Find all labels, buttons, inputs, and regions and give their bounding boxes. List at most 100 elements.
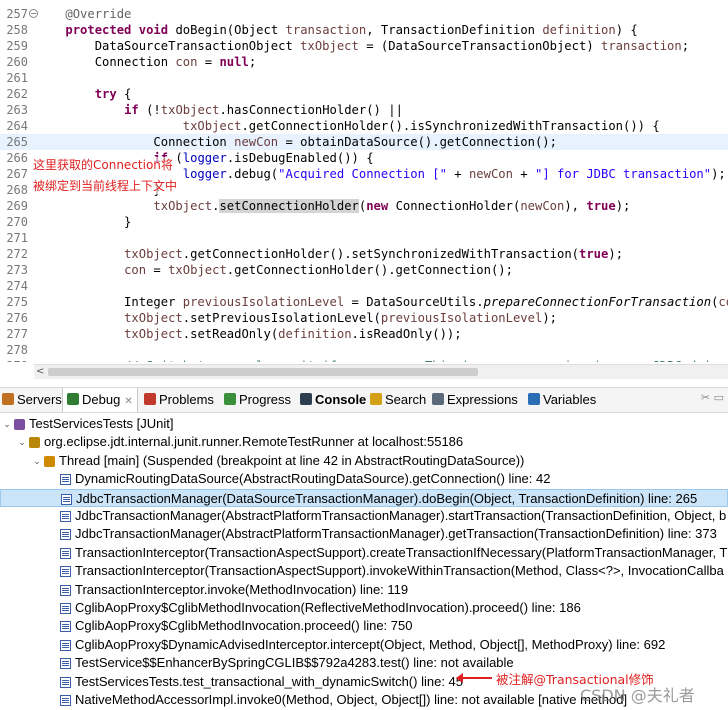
stack-frame-icon xyxy=(60,547,71,559)
code-text: con = txObject.getConnectionHolder().get… xyxy=(124,263,513,277)
annotation-arrow-icon xyxy=(456,673,492,683)
tab-label: Expressions xyxy=(447,392,518,407)
stack-frame-icon xyxy=(60,584,71,596)
tree-node-label: NativeMethodAccessorImpl.invoke0(Method,… xyxy=(75,692,628,707)
debug-call-stack-tree[interactable]: ⌄ TestServicesTests [JUnit] ⌄ org.eclipse.j… xyxy=(0,412,728,710)
code-text: txObject.setReadOnly(definition.isReadOn… xyxy=(124,327,462,341)
stack-frame-row[interactable]: CglibAopProxy$CglibMethodInvocation(Refl… xyxy=(0,599,728,617)
stack-frame-row[interactable]: JdbcTransactionManager(AbstractPlatformT… xyxy=(0,507,728,525)
tab-search[interactable]: Search xyxy=(366,388,430,412)
line-number: 274 xyxy=(6,279,28,293)
scroll-left-arrow-icon[interactable]: < xyxy=(36,365,44,379)
line-number: 270 xyxy=(6,215,28,229)
code-text: txObject.setConnectionHolder(new Connect… xyxy=(153,199,631,213)
stack-frame-icon xyxy=(60,658,71,670)
tab-progress[interactable]: Progress xyxy=(220,388,295,412)
code-line[interactable]: 264 txObject.getConnectionHolder().isSyn… xyxy=(0,118,728,134)
tree-node-row[interactable]: ⌄ TestServicesTests [JUnit] xyxy=(0,415,728,433)
code-line[interactable]: 277 txObject.setReadOnly(definition.isRe… xyxy=(0,326,728,342)
tree-node-label: JdbcTransactionManager(AbstractPlatformT… xyxy=(75,526,717,542)
tree-node-label: DynamicRoutingDataSource(AbstractRouting… xyxy=(75,471,551,487)
stack-frame-row[interactable]: TransactionInterceptor(TransactionAspect… xyxy=(0,562,728,580)
expand-chevron-icon[interactable]: ⌄ xyxy=(32,452,42,470)
code-line[interactable]: 273 con = txObject.getConnectionHolder()… xyxy=(0,262,728,278)
tree-node-row[interactable]: ⌄ Thread [main] (Suspended (breakpoint at… xyxy=(0,452,728,470)
code-text: try { xyxy=(94,87,132,101)
stack-frame-row-selected[interactable]: JdbcTransactionManager(DataSourceTransac… xyxy=(0,488,728,507)
code-line[interactable]: 265 Connection newCon = obtainDataSource… xyxy=(0,134,728,150)
line-number: 272 xyxy=(6,247,28,261)
tree-node-label: JdbcTransactionManager(AbstractPlatformT… xyxy=(75,508,727,523)
code-line[interactable]: 276 txObject.setPreviousIsolationLevel(p… xyxy=(0,310,728,326)
console-icon xyxy=(300,393,312,405)
line-number: 257 xyxy=(6,7,28,21)
line-number: 266 xyxy=(6,151,28,165)
progress-icon xyxy=(224,393,236,405)
stack-frame-icon xyxy=(60,566,71,578)
stack-frame-row[interactable]: JdbcTransactionManager(AbstractPlatformT… xyxy=(0,525,728,543)
code-line[interactable]: 279 // Switch to manual commit if necess… xyxy=(0,358,728,362)
tab-debug[interactable]: Debug ✕ xyxy=(62,388,138,412)
code-annotation-line2: 被绑定到当前线程上下文中 xyxy=(33,178,178,194)
line-number: 273 xyxy=(6,263,28,277)
code-line[interactable]: 271 xyxy=(0,230,728,246)
line-number: 261 xyxy=(6,71,28,85)
tree-node-label: TestServicesTests.test_transactional_wit… xyxy=(75,673,464,689)
line-number: 276 xyxy=(6,311,28,325)
stack-frame-row[interactable]: TransactionInterceptor.invoke(MethodInvo… xyxy=(0,581,728,599)
junit-icon xyxy=(14,419,25,430)
line-number: 267 xyxy=(6,167,28,181)
code-line[interactable]: 258 protected void doBegin(Object transa… xyxy=(0,22,728,38)
tab-label: Problems xyxy=(159,392,214,407)
tree-node-label: TransactionInterceptor(TransactionAspect… xyxy=(75,544,728,560)
view-toolbar[interactable]: ✂ ▭ xyxy=(701,391,724,404)
code-line[interactable]: 269 txObject.setConnectionHolder(new Con… xyxy=(0,198,728,214)
code-line[interactable]: 274 xyxy=(0,278,728,294)
code-line[interactable]: 261 xyxy=(0,70,728,86)
debug-icon xyxy=(67,393,79,405)
code-line[interactable]: 278 xyxy=(0,342,728,358)
tab-servers[interactable]: Servers xyxy=(0,388,66,412)
tree-node-label: Thread [main] (Suspended (breakpoint at … xyxy=(59,452,525,468)
stack-frame-icon xyxy=(60,621,71,633)
stack-frame-icon xyxy=(60,474,71,486)
code-line[interactable]: 259 DataSourceTransactionObject txObject… xyxy=(0,38,728,54)
code-line[interactable]: 272 txObject.getConnectionHolder().setSy… xyxy=(0,246,728,262)
stack-frame-icon xyxy=(60,639,71,651)
stack-frame-row[interactable]: TransactionInterceptor(TransactionAspect… xyxy=(0,544,728,562)
horizontal-scrollbar[interactable]: < xyxy=(34,364,728,379)
code-line[interactable]: 257− @Override xyxy=(0,6,728,22)
code-text: protected void doBegin(Object transactio… xyxy=(65,23,638,37)
tree-node-label: CglibAopProxy$CglibMethodInvocation(Refl… xyxy=(75,600,581,615)
tab-console[interactable]: Console xyxy=(296,388,370,412)
stack-frame-row[interactable]: DynamicRoutingDataSource(AbstractRouting… xyxy=(0,470,728,488)
tab-label: Progress xyxy=(239,392,292,407)
stack-frame-icon xyxy=(60,529,71,541)
line-number: 269 xyxy=(6,199,28,213)
code-line[interactable]: 270 } xyxy=(0,214,728,230)
close-icon[interactable]: ✕ xyxy=(124,396,132,407)
expand-chevron-icon[interactable]: ⌄ xyxy=(2,415,12,433)
tree-node-row[interactable]: ⌄ org.eclipse.jdt.internal.junit.runner.R… xyxy=(0,433,728,451)
code-text: txObject.setPreviousIsolationLevel(previ… xyxy=(124,311,558,325)
line-number: 279 xyxy=(0,358,28,362)
tree-node-label: org.eclipse.jdt.internal.junit.runner.Re… xyxy=(44,434,464,450)
code-line[interactable]: 262 try { xyxy=(0,86,728,102)
stack-frame-row[interactable]: CglibAopProxy$CglibMethodInvocation.proc… xyxy=(0,617,728,635)
scrollbar-thumb[interactable] xyxy=(48,368,478,376)
code-line[interactable]: 263 if (!txObject.hasConnectionHolder() … xyxy=(0,102,728,118)
tab-variables[interactable]: Variables xyxy=(524,388,600,412)
stack-frame-icon xyxy=(60,695,71,706)
code-line[interactable]: 275 Integer previousIsolationLevel = Dat… xyxy=(0,294,728,310)
tab-expressions[interactable]: Expressions xyxy=(428,388,522,412)
stack-frame-row[interactable]: CglibAopProxy$DynamicAdvisedInterceptor.… xyxy=(0,636,728,654)
expand-chevron-icon[interactable]: ⌄ xyxy=(17,433,27,451)
thread-icon xyxy=(44,455,55,467)
watermark: CSDN @夫礼者 xyxy=(580,686,695,705)
code-line[interactable]: 260 Connection con = null; xyxy=(0,54,728,70)
code-text: } xyxy=(36,215,132,229)
tab-label: Servers xyxy=(17,392,62,407)
line-number: 264 xyxy=(6,119,28,133)
tab-problems[interactable]: Problems xyxy=(140,388,218,412)
stack-frame-icon xyxy=(61,493,72,505)
